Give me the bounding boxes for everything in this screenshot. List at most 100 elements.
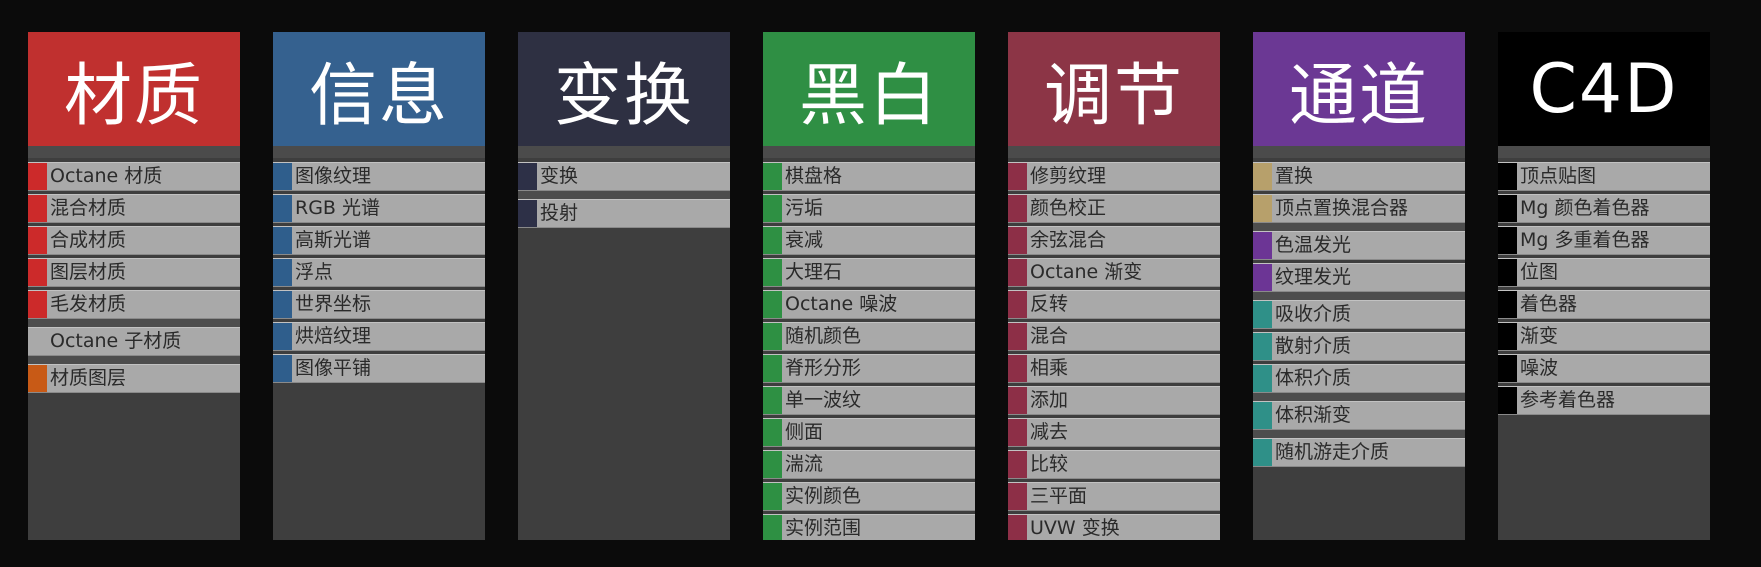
- node-item[interactable]: 颜色校正: [1008, 194, 1220, 223]
- node-item-label: 烘焙纹理: [295, 325, 372, 347]
- node-group: 变换: [518, 162, 730, 191]
- node-item[interactable]: 置换: [1253, 162, 1465, 191]
- node-item[interactable]: 图像平铺: [273, 354, 485, 383]
- node-item[interactable]: 浮点: [273, 258, 485, 287]
- header-divider: [763, 146, 975, 158]
- node-color-tag: [1253, 264, 1272, 291]
- node-group: 投射: [518, 199, 730, 228]
- node-item[interactable]: 纹理发光: [1253, 263, 1465, 292]
- node-color-tag: [273, 163, 292, 190]
- node-item-label: Octane 噪波: [785, 293, 898, 315]
- category-header-channel[interactable]: 通道: [1253, 32, 1465, 146]
- node-item[interactable]: Octane 渐变: [1008, 258, 1220, 287]
- node-item[interactable]: 高斯光谱: [273, 226, 485, 255]
- node-item-label: 置换: [1275, 165, 1314, 187]
- node-item[interactable]: 比较: [1008, 450, 1220, 479]
- node-item[interactable]: 变换: [518, 162, 730, 191]
- node-item[interactable]: 体积渐变: [1253, 401, 1465, 430]
- node-item[interactable]: 棋盘格: [763, 162, 975, 191]
- node-item[interactable]: 随机颜色: [763, 322, 975, 351]
- node-item[interactable]: 图层材质: [28, 258, 240, 287]
- node-item[interactable]: Octane 噪波: [763, 290, 975, 319]
- category-column-bw: 黑白棋盘格污垢衰减大理石 Octane 噪波随机颜色脊形分形单一波纹侧面湍流实例颜…: [763, 32, 975, 540]
- node-item[interactable]: 混合: [1008, 322, 1220, 351]
- node-item[interactable]: 图像纹理: [273, 162, 485, 191]
- group-separator: [1253, 393, 1465, 401]
- node-item[interactable]: 侧面: [763, 418, 975, 447]
- node-item[interactable]: 位图: [1498, 258, 1710, 287]
- node-item[interactable]: 毛发材质: [28, 290, 240, 319]
- node-color-tag: [1008, 451, 1027, 478]
- node-item[interactable]: 相乘: [1008, 354, 1220, 383]
- node-color-tag: [1008, 323, 1027, 350]
- node-item[interactable]: 减去: [1008, 418, 1220, 447]
- node-item[interactable]: 随机游走介质: [1253, 438, 1465, 467]
- node-item[interactable]: 顶点贴图: [1498, 162, 1710, 191]
- node-item[interactable]: 脊形分形: [763, 354, 975, 383]
- node-group: Octane 子材质: [28, 327, 240, 356]
- node-item[interactable]: 单一波纹: [763, 386, 975, 415]
- node-item[interactable]: 渐变: [1498, 322, 1710, 351]
- node-item-label: Octane 渐变: [1030, 261, 1143, 283]
- node-item[interactable]: 吸收介质: [1253, 300, 1465, 329]
- node-color-tag: [1008, 483, 1027, 510]
- node-item[interactable]: 参考着色器: [1498, 386, 1710, 415]
- node-item[interactable]: 实例颜色: [763, 482, 975, 511]
- node-list-info: 图像纹理 RGB 光谱 高斯光谱浮点世界坐标烘焙纹理图像平铺: [273, 158, 485, 383]
- node-list-transform: 变换 投射: [518, 158, 730, 228]
- node-item-label: 衰减: [785, 229, 824, 251]
- node-item[interactable]: 衰减: [763, 226, 975, 255]
- node-item-label: 比较: [1030, 453, 1069, 475]
- node-item[interactable]: 修剪纹理: [1008, 162, 1220, 191]
- node-item[interactable]: 余弦混合: [1008, 226, 1220, 255]
- node-item[interactable]: 烘焙纹理: [273, 322, 485, 351]
- category-header-c4d[interactable]: C4D: [1498, 32, 1710, 146]
- node-item[interactable]: Octane 材质: [28, 162, 240, 191]
- group-separator: [1253, 223, 1465, 231]
- category-header-transform[interactable]: 变换: [518, 32, 730, 146]
- node-item[interactable]: 色温发光: [1253, 231, 1465, 260]
- category-header-bw[interactable]: 黑白: [763, 32, 975, 146]
- node-item[interactable]: 反转: [1008, 290, 1220, 319]
- node-item[interactable]: 合成材质: [28, 226, 240, 255]
- node-item[interactable]: 三平面: [1008, 482, 1220, 511]
- node-item[interactable]: 顶点置换混合器: [1253, 194, 1465, 223]
- node-item[interactable]: 散射介质: [1253, 332, 1465, 361]
- category-column-info: 信息图像纹理 RGB 光谱 高斯光谱浮点世界坐标烘焙纹理图像平铺: [273, 32, 485, 540]
- node-color-tag: [763, 451, 782, 478]
- node-color-tag: [518, 200, 537, 227]
- node-item[interactable]: 世界坐标: [273, 290, 485, 319]
- node-color-tag: [28, 365, 47, 392]
- node-item[interactable]: 大理石: [763, 258, 975, 287]
- node-group: 材质图层: [28, 364, 240, 393]
- node-item-label: 棋盘格: [785, 165, 843, 187]
- node-item[interactable]: Octane 子材质: [28, 327, 240, 356]
- node-item[interactable]: 污垢: [763, 194, 975, 223]
- node-color-tag: [1498, 163, 1517, 190]
- category-header-info[interactable]: 信息: [273, 32, 485, 146]
- category-header-adjust[interactable]: 调节: [1008, 32, 1220, 146]
- node-item-label: 顶点贴图: [1520, 165, 1597, 187]
- node-item[interactable]: Mg 颜色着色器: [1498, 194, 1710, 223]
- node-item[interactable]: RGB 光谱: [273, 194, 485, 223]
- node-item[interactable]: 湍流: [763, 450, 975, 479]
- node-color-tag: [1008, 291, 1027, 318]
- node-item[interactable]: 体积介质: [1253, 364, 1465, 393]
- node-item[interactable]: 实例范围: [763, 514, 975, 540]
- node-group: 修剪纹理颜色校正余弦混合 Octane 渐变反转混合相乘添加减去比较三平面 UVW …: [1008, 162, 1220, 540]
- node-item[interactable]: 添加: [1008, 386, 1220, 415]
- node-item[interactable]: 投射: [518, 199, 730, 228]
- node-item[interactable]: 着色器: [1498, 290, 1710, 319]
- node-group: 棋盘格污垢衰减大理石 Octane 噪波随机颜色脊形分形单一波纹侧面湍流实例颜色实…: [763, 162, 975, 540]
- node-item[interactable]: Mg 多重着色器: [1498, 226, 1710, 255]
- node-item[interactable]: 混合材质: [28, 194, 240, 223]
- node-color-tag: [1008, 163, 1027, 190]
- category-header-material[interactable]: 材质: [28, 32, 240, 146]
- node-color-tag: [1008, 355, 1027, 382]
- node-item-label: 合成材质: [50, 229, 127, 251]
- node-item[interactable]: 噪波: [1498, 354, 1710, 383]
- node-item[interactable]: UVW 变换: [1008, 514, 1220, 540]
- node-group: 体积渐变: [1253, 401, 1465, 430]
- node-item[interactable]: 材质图层: [28, 364, 240, 393]
- node-color-tag: [763, 259, 782, 286]
